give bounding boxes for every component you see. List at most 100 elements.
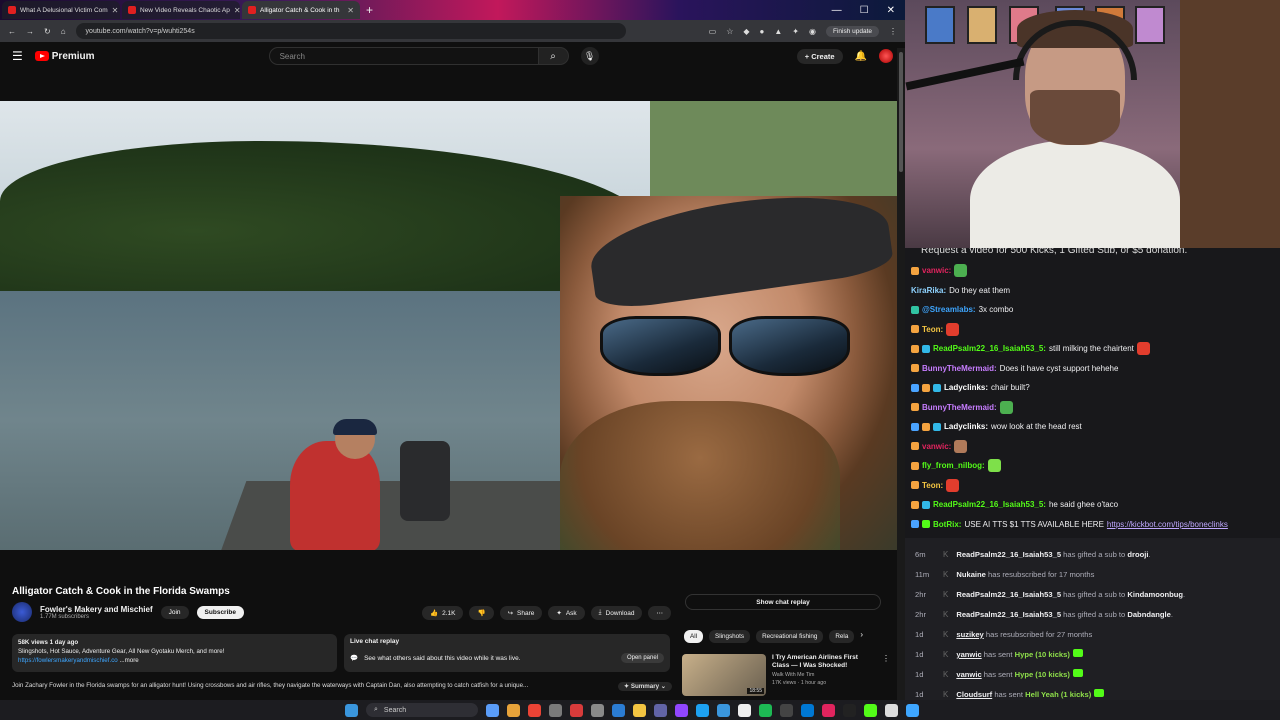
join-button[interactable]: Join xyxy=(160,605,189,619)
chat-username[interactable]: vanwic: xyxy=(922,266,951,275)
taskbar-app-icon[interactable] xyxy=(612,703,625,717)
chat-username[interactable]: BunnyTheMermaid: xyxy=(922,403,997,412)
notifications-bell-icon[interactable]: 🔔 xyxy=(855,51,867,62)
bookmark-star-icon[interactable]: ☆ xyxy=(726,27,733,36)
recommended-video[interactable]: 18:55 I Try American Airlines First Clas… xyxy=(682,654,890,696)
download-button[interactable]: ⤓ Download xyxy=(590,606,643,620)
chat-username[interactable]: @Streamlabs: xyxy=(922,305,976,314)
finish-update-button[interactable]: Finish update xyxy=(825,25,879,37)
taskbar-search[interactable]: ⌕ Search xyxy=(366,703,478,717)
taskbar-app-icon[interactable] xyxy=(801,703,814,717)
search-icon[interactable]: ⌕ xyxy=(538,47,569,65)
extension-icon[interactable]: ▲ xyxy=(774,27,782,36)
more-link[interactable]: ...more xyxy=(119,657,138,664)
taskbar-app-icon[interactable] xyxy=(885,703,898,717)
close-tab-icon[interactable]: ✕ xyxy=(234,6,240,15)
event-target[interactable]: drooji xyxy=(1127,550,1148,559)
taskbar-app-icon[interactable] xyxy=(591,703,604,717)
chat-username[interactable]: KiraRika: xyxy=(911,286,946,295)
open-panel-button[interactable]: Open panel xyxy=(620,653,664,663)
dislike-button[interactable]: 👎 xyxy=(469,606,494,620)
chips-next-icon[interactable]: › xyxy=(860,630,863,643)
event-username[interactable]: yanwic xyxy=(956,650,981,659)
home-icon[interactable]: ⌂ xyxy=(61,27,66,36)
channel-avatar[interactable] xyxy=(12,602,32,622)
maximize-icon[interactable]: ☐ xyxy=(860,5,869,16)
chip-recreational-fishing[interactable]: Recreational fishing xyxy=(756,630,824,643)
taskbar-app-icon[interactable] xyxy=(507,703,520,717)
forward-icon[interactable]: → xyxy=(26,27,34,36)
account-avatar[interactable] xyxy=(879,49,893,63)
close-tab-icon[interactable]: ✕ xyxy=(112,6,119,15)
taskbar-app-icon[interactable] xyxy=(654,703,667,717)
hamburger-menu-icon[interactable]: ☰ xyxy=(12,49,23,63)
taskbar-app-icon[interactable] xyxy=(906,703,919,717)
event-username[interactable]: Cloudsurf xyxy=(956,690,992,699)
event-target[interactable]: Kindamoonbug xyxy=(1127,590,1183,599)
close-window-icon[interactable]: ✕ xyxy=(887,5,895,16)
recommended-title[interactable]: I Try American Airlines First Class — I … xyxy=(772,654,872,670)
chip-all[interactable]: All xyxy=(684,630,703,643)
taskbar-app-icon[interactable] xyxy=(486,703,499,717)
video-player[interactable] xyxy=(0,101,897,550)
recommended-more-icon[interactable]: ⋮ xyxy=(882,654,890,696)
search-input[interactable]: Search xyxy=(268,47,539,65)
taskbar-app-icon[interactable] xyxy=(738,703,751,717)
browser-tab[interactable]: What A Delusional Victim Com ✕ xyxy=(2,1,120,19)
event-username[interactable]: ReadPsalm22_16_Isaiah53_5 xyxy=(956,610,1061,619)
taskbar-app-icon[interactable] xyxy=(843,703,856,717)
chip-related[interactable]: Rela xyxy=(829,630,855,643)
chat-link[interactable]: https://kickbot.com/tips/boneclinks xyxy=(1107,520,1228,529)
chat-username[interactable]: BotRix: xyxy=(933,520,961,529)
chat-username[interactable]: Ladyclinks: xyxy=(944,383,988,392)
chip-slingshots[interactable]: Slingshots xyxy=(709,630,751,643)
share-button[interactable]: ↪ Share xyxy=(499,606,543,620)
taskbar-app-icon[interactable] xyxy=(528,703,541,717)
minimize-icon[interactable]: — xyxy=(832,5,842,16)
windows-start-icon[interactable] xyxy=(345,703,358,717)
chat-username[interactable]: Teon: xyxy=(922,325,943,334)
event-username[interactable]: ReadPsalm22_16_Isaiah53_5 xyxy=(956,550,1061,559)
create-button[interactable]: + Create xyxy=(796,48,843,64)
summary-button[interactable]: ✦ Summary ⌄ xyxy=(617,682,672,691)
chat-username[interactable]: Ladyclinks: xyxy=(944,422,988,431)
ask-button[interactable]: ✦ Ask xyxy=(548,606,585,620)
extension-icon[interactable]: ◆ xyxy=(743,27,749,36)
taskbar-app-icon[interactable] xyxy=(780,703,793,717)
event-username[interactable]: vanwic xyxy=(956,670,981,679)
chat-username[interactable]: vanwic: xyxy=(922,442,951,451)
profile-icon[interactable]: ◉ xyxy=(809,27,816,36)
taskbar-app-icon[interactable] xyxy=(675,703,688,717)
taskbar-app-icon[interactable] xyxy=(864,703,877,717)
page-scrollbar[interactable] xyxy=(897,48,905,700)
microphone-icon[interactable]: 🎙 xyxy=(580,47,599,65)
taskbar-app-icon[interactable] xyxy=(696,703,709,717)
chat-username[interactable]: Teon: xyxy=(922,481,943,490)
event-username[interactable]: suzikey xyxy=(956,630,983,639)
scrollbar-thumb[interactable] xyxy=(899,52,903,172)
taskbar-app-icon[interactable] xyxy=(549,703,562,717)
taskbar-app-icon[interactable] xyxy=(717,703,730,717)
youtube-logo[interactable]: Premium xyxy=(34,51,95,62)
browser-tab-active[interactable]: Alligator Catch & Cook in th ✕ xyxy=(242,1,360,19)
chat-username[interactable]: BunnyTheMermaid: xyxy=(922,364,997,373)
chat-username[interactable]: fly_from_nilbog: xyxy=(922,461,985,470)
recommended-thumbnail[interactable]: 18:55 xyxy=(682,654,766,696)
taskbar-app-icon[interactable] xyxy=(570,703,583,717)
description-box[interactable]: 58K views 1 day ago Slingshots, Hot Sauc… xyxy=(12,634,337,672)
subscribe-button[interactable]: Subscribe xyxy=(196,605,244,619)
back-icon[interactable]: ← xyxy=(8,27,16,36)
taskbar-app-icon[interactable] xyxy=(822,703,835,717)
channel-name[interactable]: Fowler's Makery and Mischief xyxy=(40,605,153,614)
cast-icon[interactable]: ▭ xyxy=(709,27,717,36)
new-tab-icon[interactable]: + xyxy=(366,3,373,17)
puzzle-icon[interactable]: ✦ xyxy=(792,27,799,36)
event-username[interactable]: Nukaine xyxy=(956,570,986,579)
menu-dots-icon[interactable]: ⋮ xyxy=(889,27,897,36)
like-button[interactable]: 👍 2.1K xyxy=(422,606,464,620)
show-chat-replay-button[interactable]: Show chat replay xyxy=(685,594,881,610)
chat-username[interactable]: ReadPsalm22_16_Isaiah53_5: xyxy=(933,344,1046,353)
close-tab-icon[interactable]: ✕ xyxy=(347,6,354,15)
description-link[interactable]: https://fowlersmakeryandmischief.co xyxy=(18,657,118,664)
browser-tab[interactable]: New Video Reveals Chaotic Ap ✕ xyxy=(122,1,240,19)
